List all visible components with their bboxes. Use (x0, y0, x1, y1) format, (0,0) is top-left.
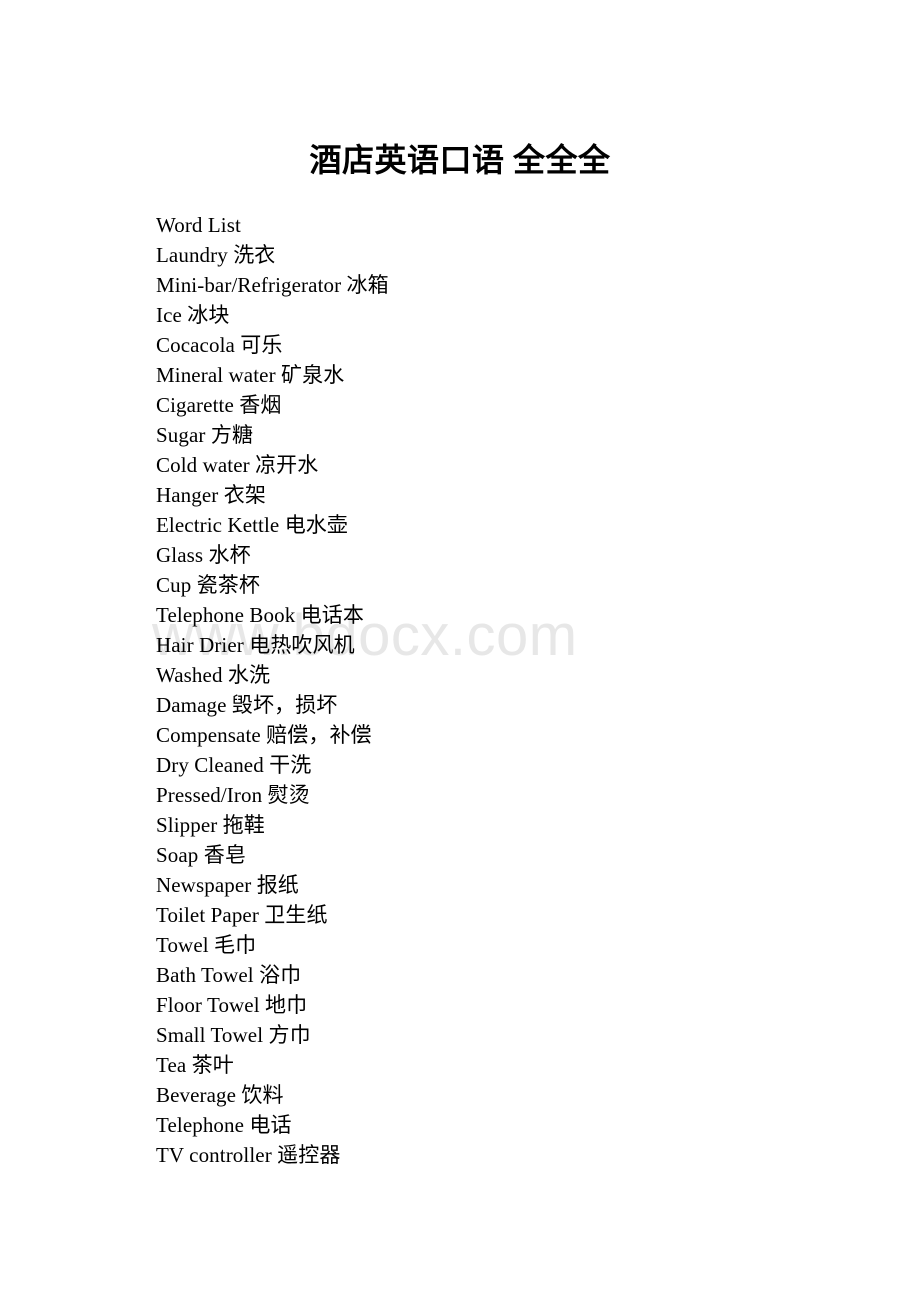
word-list-item: Ice 冰块 (156, 303, 230, 327)
word-list-item: Telephone Book 电话本 (156, 603, 364, 627)
word-list-item: Washed 水洗 (156, 663, 271, 687)
word-list-item: Hanger 衣架 (156, 483, 266, 507)
word-list-item: TV controller 遥控器 (156, 1143, 341, 1167)
word-list-item: Mineral water 矿泉水 (156, 363, 345, 387)
word-list-item: Cigarette 香烟 (156, 393, 282, 417)
word-list: Word List Laundry 洗衣 Mini-bar/Refrigerator… (156, 210, 796, 1170)
word-list-item: Laundry 洗衣 (156, 243, 276, 267)
word-list-item: Mini-bar/Refrigerator 冰箱 (156, 273, 389, 297)
word-list-item: Beverage 饮料 (156, 1083, 284, 1107)
word-list-item: Hair Drier 电热吹风机 (156, 633, 355, 657)
document-page: www.bdocx.com 酒店英语口语 全全全 Word List Laundr… (0, 0, 920, 1302)
word-list-item: Cocacola 可乐 (156, 333, 283, 357)
word-list-item: Telephone 电话 (156, 1113, 292, 1137)
word-list-item: Tea 茶叶 (156, 1053, 234, 1077)
word-list-item: Damage 毁坏，损坏 (156, 693, 338, 717)
word-list-item: Bath Towel 浴巾 (156, 963, 302, 987)
word-list-item: Soap 香皂 (156, 843, 246, 867)
page-title: 酒店英语口语 全全全 (309, 142, 611, 178)
word-list-item: Cold water 凉开水 (156, 453, 319, 477)
word-list-item: Dry Cleaned 干洗 (156, 753, 312, 777)
word-list-item: Floor Towel 地巾 (156, 993, 308, 1017)
word-list-item: Newspaper 报纸 (156, 873, 299, 897)
word-list-item: Small Towel 方巾 (156, 1023, 311, 1047)
word-list-item: Glass 水杯 (156, 543, 251, 567)
word-list-item: Toilet Paper 卫生纸 (156, 903, 328, 927)
word-list-item: Compensate 赔偿，补偿 (156, 723, 372, 747)
word-list-item: Pressed/Iron 熨烫 (156, 783, 310, 807)
word-list-item: Cup 瓷茶杯 (156, 573, 260, 597)
word-list-heading: Word List (156, 213, 241, 237)
word-list-item: Towel 毛巾 (156, 933, 257, 957)
word-list-item: Slipper 拖鞋 (156, 813, 265, 837)
word-list-item: Electric Kettle 电水壶 (156, 513, 348, 537)
word-list-item: Sugar 方糖 (156, 423, 254, 447)
